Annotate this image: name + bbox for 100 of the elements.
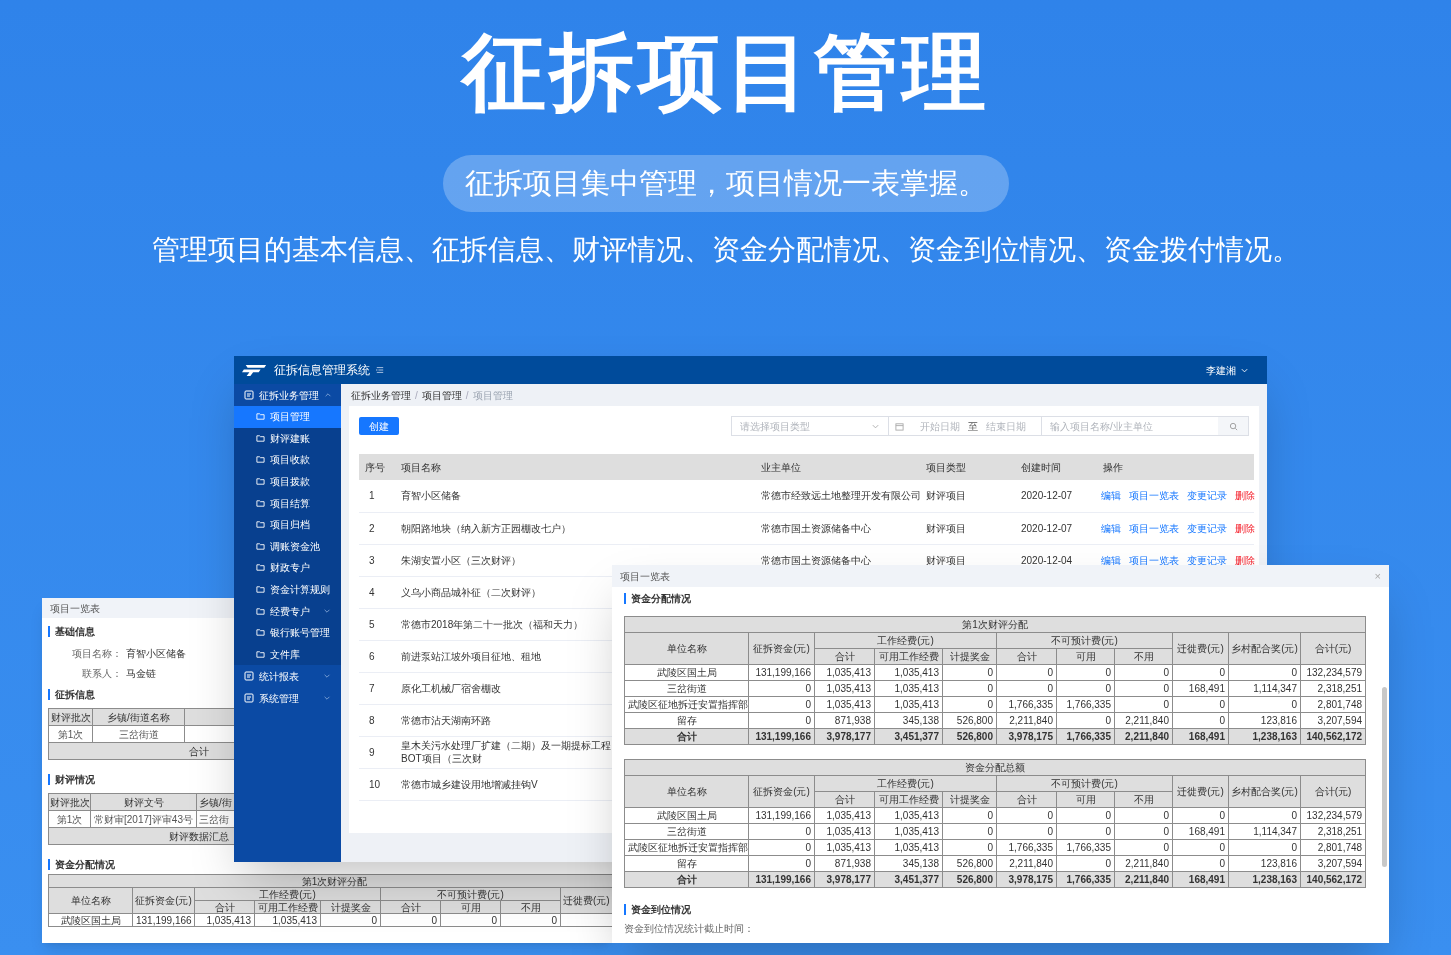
column-header: 征拆资金(元) — [748, 632, 815, 665]
table-cell: 朱湖安置小区（三次财评） — [401, 553, 521, 567]
table-cell: 三岔街道 — [624, 680, 749, 697]
table-cell: 1,766,335 — [1056, 839, 1115, 856]
breadcrumb-item[interactable]: 项目管理 — [421, 387, 462, 403]
action-link[interactable]: 变更记录 — [1187, 552, 1227, 568]
menu-icon[interactable] — [376, 366, 384, 374]
table-cell: 0 — [942, 680, 997, 697]
column-header: 不可预计费(元) — [996, 632, 1173, 649]
table-cell: 0 — [1172, 807, 1229, 824]
table-cell: 1,114,347 — [1228, 680, 1301, 697]
table-cell: 2,211,840 — [1114, 855, 1173, 872]
create-button[interactable]: 创建 — [359, 417, 399, 435]
menu-item[interactable]: 经费专户 — [234, 600, 341, 622]
table-cell: 2,318,251 — [1300, 680, 1366, 697]
table-cell: 0 — [1172, 696, 1229, 713]
document-icon — [244, 671, 254, 682]
menu-item[interactable]: 调账资金池 — [234, 535, 341, 558]
menu-group[interactable]: 征拆业务管理 — [234, 384, 341, 406]
table-cell: 0 — [996, 664, 1057, 681]
table-cell: 0 — [1056, 823, 1115, 840]
action-link[interactable]: 项目一览表 — [1129, 520, 1179, 536]
breadcrumb-item[interactable]: 征拆业务管理 — [351, 387, 411, 403]
section-heading: 资金分配情况 — [624, 593, 1377, 604]
table-cell: 1,114,347 — [1228, 823, 1301, 840]
table-cell: 1,035,413 — [874, 680, 943, 697]
table-cell: 2,211,840 — [1114, 728, 1173, 745]
action-link[interactable]: 编辑 — [1101, 552, 1121, 568]
delete-link[interactable]: 删除 — [1235, 552, 1255, 568]
folder-icon — [256, 563, 265, 573]
table-cell: 1,238,163 — [1228, 871, 1301, 888]
subtitle-pill: 征拆项目集中管理，项目情况一表掌握。 — [442, 155, 1009, 212]
field-value: 马金链 — [126, 666, 156, 681]
column-header: 乡村配合奖(元) — [1228, 632, 1301, 665]
table-cell: 0 — [1114, 664, 1173, 681]
table-cell: 168,491 — [1172, 680, 1229, 697]
search-icon — [1228, 421, 1238, 431]
table-cell: 6 — [359, 640, 395, 672]
folder-icon — [256, 477, 265, 487]
date-range-field[interactable]: 开始日期 至 结束日期 — [889, 416, 1041, 436]
column-header: 合计 — [814, 648, 875, 665]
menu-item[interactable]: 财政专户 — [234, 557, 341, 579]
table-cell: 3 — [359, 544, 395, 576]
delete-link[interactable]: 删除 — [1235, 488, 1255, 504]
user-menu[interactable]: 李建湘 — [1206, 362, 1249, 378]
table-cell: 131,199,166 — [748, 728, 815, 745]
menu-item[interactable]: 项目归档 — [234, 513, 341, 536]
action-link[interactable]: 编辑 — [1101, 520, 1121, 536]
table-title: 第1次财评分配 — [624, 616, 1366, 633]
table-cell: 2,318,251 — [1300, 823, 1366, 840]
folder-icon — [256, 433, 265, 443]
menu-item[interactable]: 项目管理 — [234, 406, 341, 428]
column-header: 财评文号 — [90, 793, 197, 811]
column-header: 征拆资金(元) — [132, 887, 195, 914]
table-cell: 武陵区征地拆迁安置指挥部 — [624, 839, 749, 856]
action-link[interactable]: 项目一览表 — [1129, 552, 1179, 568]
column-header: 合计 — [996, 648, 1057, 665]
table-cell: 2,211,840 — [1114, 712, 1173, 729]
menu-item[interactable]: 项目收款 — [234, 449, 341, 471]
menu-item[interactable]: 项目结算 — [234, 492, 341, 514]
table-cell: 武陵区国土局 — [624, 664, 749, 681]
menu-item[interactable]: 文件库 — [234, 643, 341, 666]
table-cell: 1,035,413 — [814, 664, 875, 681]
column-header: 可用工作经费 — [874, 791, 943, 808]
column-header: 合计 — [380, 900, 441, 914]
table-cell: 常财审[2017]评审43号 — [90, 810, 197, 828]
column-header: 计提奖金 — [942, 791, 997, 808]
table-cell: 合计 — [624, 728, 749, 745]
table-cell: 3,207,594 — [1300, 855, 1366, 872]
table-cell: 1,035,413 — [194, 913, 255, 927]
table-cell: 义乌小商品城补征（二次财评） — [401, 585, 541, 599]
menu-item[interactable]: 项目拨款 — [234, 470, 341, 493]
scrollbar[interactable] — [1382, 687, 1387, 867]
table-cell: 0 — [1056, 855, 1115, 872]
folder-icon — [256, 412, 265, 422]
search-button[interactable] — [1218, 417, 1248, 435]
table-cell: 皇木关污水处理厂扩建（二期）及一期提标工程BOT项目（三次财 — [401, 738, 611, 765]
chevron-down-icon — [323, 607, 331, 616]
folder-icon — [256, 498, 265, 508]
action-link[interactable]: 变更记录 — [1187, 520, 1227, 536]
table-cell: 1,766,335 — [1056, 728, 1115, 745]
column-header: 单位名称 — [48, 887, 133, 914]
action-link[interactable]: 项目一览表 — [1129, 488, 1179, 504]
action-link[interactable]: 编辑 — [1101, 488, 1121, 504]
menu-item[interactable]: 资金计算规则 — [234, 578, 341, 601]
table-cell: 第1次 — [48, 725, 93, 743]
table-cell: 0 — [748, 823, 815, 840]
column-header: 操作 — [1097, 454, 1254, 480]
action-link[interactable]: 变更记录 — [1187, 488, 1227, 504]
table-cell: 3,978,175 — [996, 728, 1057, 745]
table-cell: 合计 — [624, 871, 749, 888]
delete-link[interactable]: 删除 — [1235, 520, 1255, 536]
table-cell: 871,938 — [814, 855, 875, 872]
menu-item[interactable]: 财评建账 — [234, 427, 341, 450]
menu-group[interactable]: 统计报表 — [234, 665, 341, 688]
column-header: 计提奖金 — [942, 648, 997, 665]
table-cell: 0 — [1228, 664, 1301, 681]
table-cell: 0 — [1056, 680, 1115, 697]
table-cell: 常德市经致远土地整理开发有限公司 — [761, 490, 921, 502]
table-cell: 0 — [996, 680, 1057, 697]
